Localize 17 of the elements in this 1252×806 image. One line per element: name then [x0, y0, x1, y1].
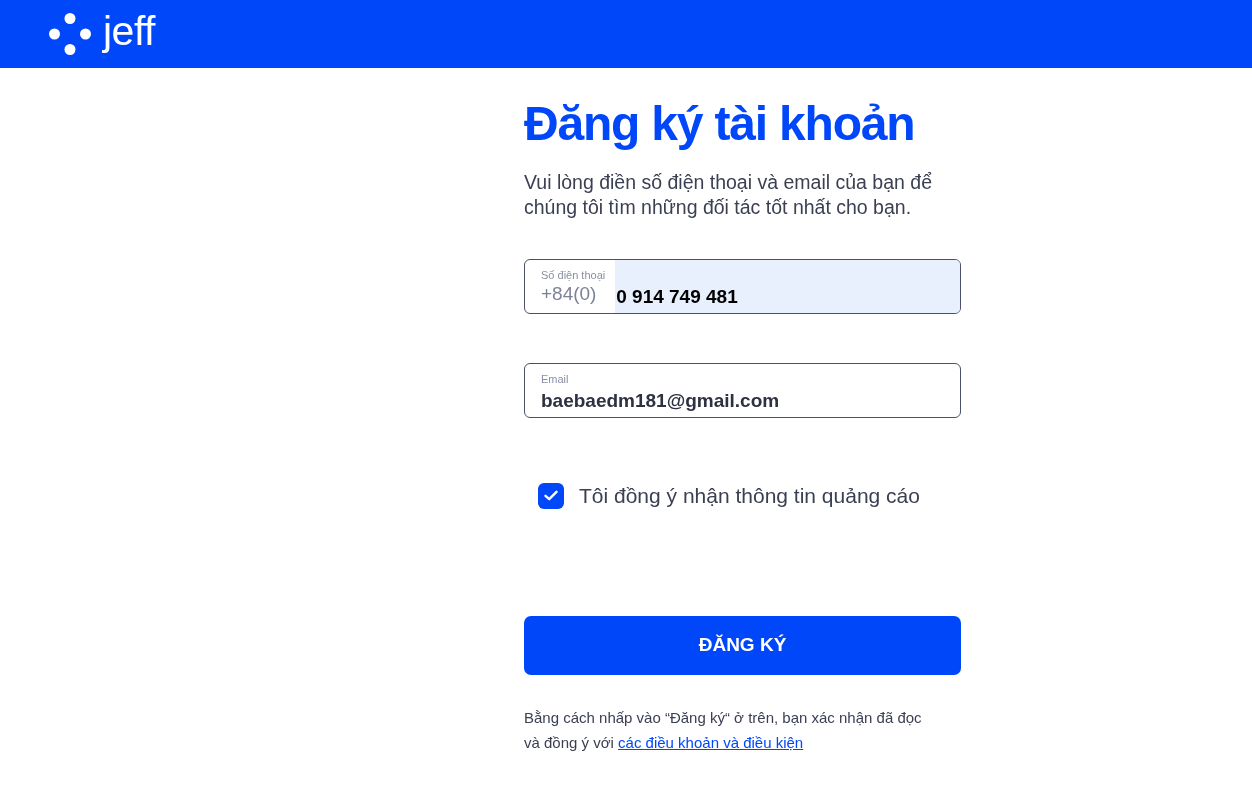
register-button[interactable]: ĐĂNG KÝ	[524, 615, 961, 675]
terms-text: Bằng cách nhấp vào “Đăng ký“ ở trên, bạn xác nhận đã đọc và đồng ý với các điều khoản và điều kiện	[524, 707, 923, 753]
page-subtitle: Vui lòng điền số điện thoại và email của bạn để chúng tôi tìm những đối tác tốt nhất cho bạn.	[524, 170, 933, 220]
logo-wordmark[interactable]: jeff	[103, 10, 155, 52]
terms-link[interactable]: các điều khoản và điều kiện	[618, 733, 804, 751]
phone-input[interactable]: 0 914 749 481	[615, 260, 960, 313]
field-label: Email	[541, 373, 570, 386]
phone-field[interactable]: Số điện thoại +84(0) 0 914 749 481	[524, 259, 961, 314]
page-title: Đăng ký tài khoản	[524, 96, 916, 152]
email-field[interactable]: Email baebaedm181@gmail.com	[524, 363, 961, 418]
email-input[interactable]: baebaedm181@gmail.com	[541, 386, 960, 416]
logo-dots-icon	[49, 13, 91, 55]
field-label: Số điện thoại	[541, 269, 606, 282]
check-icon	[544, 490, 558, 502]
consent-label: Tôi đồng ý nhận thông tin quảng cáo	[579, 483, 920, 509]
consent-checkbox[interactable]	[538, 482, 564, 509]
country-code-prefix: +84(0)	[541, 282, 598, 306]
